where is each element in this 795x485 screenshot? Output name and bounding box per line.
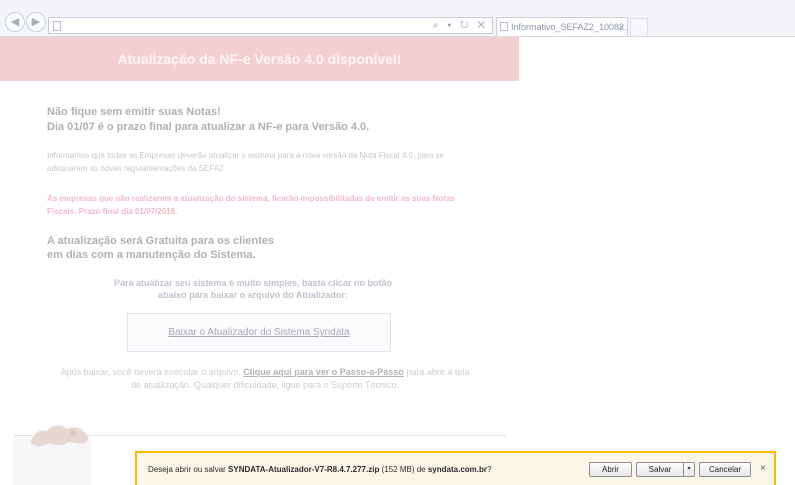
tab-title: Informativo_SEFAZ2_10082...: [511, 22, 628, 32]
save-button[interactable]: Salvar: [636, 462, 684, 477]
chevron-down-icon: ▾: [687, 466, 691, 472]
download-updater-label: Baixar o Atualizador do Sistema Syndata: [168, 327, 350, 338]
free-line-2: em dias com a manutenção do Sistema.: [47, 249, 256, 261]
download-domain: syndata.com.br: [427, 465, 487, 474]
download-from: de: [416, 465, 426, 474]
close-icon[interactable]: ×: [760, 463, 766, 474]
urgent-line-2: Dia 01/07 é o prazo final para atualizar…: [47, 121, 370, 133]
back-button[interactable]: ◀: [5, 12, 25, 32]
download-updater-button[interactable]: Baixar o Atualizador do Sistema Syndata: [127, 313, 391, 352]
address-tools[interactable]: ⌕ ▾ ↻ ✕: [433, 18, 488, 33]
forward-button[interactable]: ▶: [26, 12, 46, 32]
free-line-1: A atualização será Gratuita para os clie…: [47, 235, 275, 247]
page-icon: [500, 22, 508, 31]
company-logo: [31, 425, 88, 446]
instruction-text: Para atualizar seu sistema é muito simpl…: [113, 278, 393, 300]
after-prefix: Após baixar, você deverá executar o arqu…: [60, 367, 241, 377]
save-options-button[interactable]: ▾: [684, 462, 695, 477]
page-content: Atualização da NF-e Versão 4.0 disponíve…: [0, 37, 519, 485]
step-by-step-link[interactable]: Clique aqui para ver o Passo-a-Passo: [243, 367, 404, 377]
cancel-label: Cancelar: [708, 465, 741, 474]
free-update-heading: A atualização será Gratuita para os clie…: [47, 234, 447, 262]
download-prompt: Deseja abrir ou salvar: [148, 465, 226, 474]
warning-paragraph: As empresas que não realizarem a atualiz…: [47, 194, 455, 216]
address-bar[interactable]: ⌕ ▾ ↻ ✕: [48, 17, 493, 34]
new-tab-button[interactable]: [630, 18, 648, 35]
page-icon: [53, 21, 61, 31]
page-banner: Atualização da NF-e Versão 4.0 disponíve…: [0, 37, 519, 81]
urgent-line-1: Não fique sem emitir suas Notas!: [47, 106, 221, 118]
info-paragraph: Informamos que todas as Empresas deverão…: [47, 151, 445, 173]
page-title: Atualização da NF-e Versão 4.0 disponíve…: [117, 51, 402, 67]
cancel-button[interactable]: Cancelar: [699, 462, 751, 477]
close-icon[interactable]: ×: [619, 18, 624, 36]
browser-toolbar: ◀ ▶ ⌕ ▾ ↻ ✕ Informativo_SEFAZ2_10082... …: [0, 0, 795, 37]
download-question-mark: ?: [487, 465, 492, 474]
urgent-heading: Não fique sem emitir suas Notas! Dia 01/…: [47, 105, 487, 135]
forward-arrow-icon: ▶: [31, 16, 41, 28]
browser-tab[interactable]: Informativo_SEFAZ2_10082... ×: [496, 17, 628, 36]
after-download-text: Após baixar, você deverá executar o arqu…: [55, 366, 475, 392]
download-notification-bar: Deseja abrir ou salvar SYNDATA-Atualizad…: [135, 451, 776, 485]
open-label: Abrir: [602, 465, 619, 474]
save-label: Salvar: [648, 465, 672, 474]
download-size: (152 MB): [381, 465, 415, 474]
back-arrow-icon: ◀: [10, 16, 20, 28]
download-filename: SYNDATA-Atualizador-V7-R8.4.7.277.zip: [228, 465, 380, 474]
open-button[interactable]: Abrir: [589, 462, 632, 477]
download-message: Deseja abrir ou salvar SYNDATA-Atualizad…: [148, 465, 491, 474]
